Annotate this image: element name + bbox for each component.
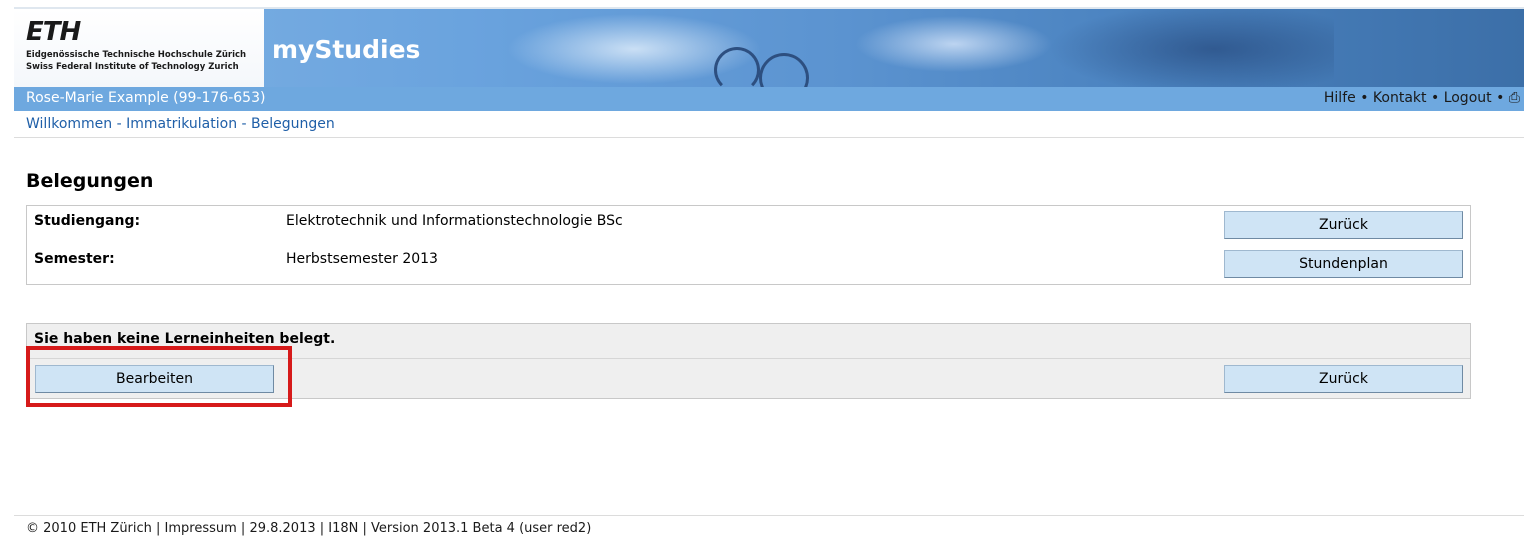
- highlight-box: [26, 346, 292, 407]
- breadcrumb-belegungen[interactable]: Belegungen: [251, 116, 335, 132]
- breadcrumb-willkommen[interactable]: Willkommen: [26, 116, 112, 132]
- breadcrumb-separator: -: [116, 116, 127, 132]
- separator: •: [1430, 90, 1444, 106]
- back-button-top[interactable]: Zurück: [1224, 211, 1463, 239]
- studiengang-label: Studiengang:: [34, 213, 141, 229]
- study-info-panel: Studiengang: Elektrotechnik und Informat…: [26, 205, 1471, 285]
- semester-label: Semester:: [34, 251, 115, 267]
- timetable-button[interactable]: Stundenplan: [1224, 250, 1463, 278]
- eth-logo: ETH: [26, 17, 81, 47]
- separator: •: [1360, 90, 1373, 106]
- breadcrumb: Willkommen - Immatrikulation - Belegunge…: [26, 116, 335, 132]
- logout-link[interactable]: Logout: [1444, 90, 1492, 106]
- print-icon[interactable]: ⎙: [1509, 90, 1520, 106]
- banner-photo: [414, 9, 1334, 87]
- page-title: Belegungen: [26, 170, 154, 192]
- semester-value: Herbstsemester 2013: [286, 251, 438, 267]
- contact-link[interactable]: Kontakt: [1373, 90, 1427, 106]
- breadcrumb-immatrikulation[interactable]: Immatrikulation: [126, 116, 237, 132]
- user-name: Rose-Marie Example (99-176-653): [26, 90, 266, 106]
- breadcrumb-separator: -: [241, 116, 252, 132]
- footer-divider: [14, 515, 1524, 516]
- no-enrollments-message: Sie haben keine Lerneinheiten belegt.: [34, 331, 336, 347]
- studiengang-value: Elektrotechnik und Informationstechnolog…: [286, 213, 623, 229]
- user-links: Hilfe • Kontakt • Logout • ⎙: [1324, 90, 1520, 106]
- user-bar: Rose-Marie Example (99-176-653) Hilfe • …: [14, 87, 1524, 111]
- institution-name-de: Eidgenössische Technische Hochschule Zür…: [26, 50, 247, 60]
- header-banner: ETH Eidgenössische Technische Hochschule…: [14, 9, 1524, 87]
- help-link[interactable]: Hilfe: [1324, 90, 1356, 106]
- institution-name-en: Swiss Federal Institute of Technology Zu…: [26, 62, 239, 72]
- binder-ring-icon: [759, 53, 809, 87]
- separator: •: [1496, 90, 1509, 106]
- eth-logo-area[interactable]: ETH Eidgenössische Technische Hochschule…: [14, 9, 264, 87]
- app-title: myStudies: [272, 35, 421, 64]
- footer: © 2010 ETH Zürich | Impressum | 29.8.201…: [26, 521, 592, 536]
- binder-ring-icon: [714, 47, 760, 87]
- back-button-bottom[interactable]: Zurück: [1224, 365, 1463, 393]
- divider: [14, 137, 1524, 138]
